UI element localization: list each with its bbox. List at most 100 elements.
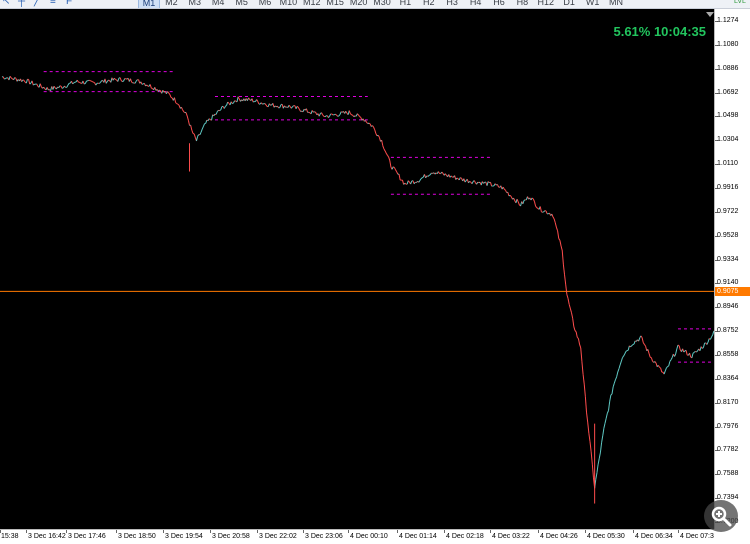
timeframe-h4[interactable]: H4 bbox=[466, 0, 486, 8]
price-segment bbox=[597, 458, 600, 465]
timeframe-mn[interactable]: MN bbox=[606, 0, 626, 8]
timeframe-m5[interactable]: M5 bbox=[232, 0, 252, 8]
line-icon[interactable]: ╱ bbox=[34, 0, 48, 7]
price-segment bbox=[225, 104, 227, 107]
price-segment bbox=[202, 123, 206, 127]
timeframe-m12[interactable]: M12 bbox=[302, 0, 322, 8]
price-segment bbox=[572, 318, 575, 327]
price-segment bbox=[683, 350, 686, 353]
price-segment bbox=[120, 80, 123, 82]
price-segment bbox=[66, 84, 69, 88]
price-segment bbox=[536, 207, 539, 209]
price-segment bbox=[297, 107, 300, 110]
price-segment bbox=[605, 413, 608, 419]
price-segment bbox=[135, 79, 138, 82]
price-segment bbox=[566, 294, 569, 299]
price-segment bbox=[32, 83, 35, 86]
timeframe-m3[interactable]: M3 bbox=[185, 0, 205, 8]
time-label: 4 Dec 02:18 bbox=[446, 533, 484, 540]
timeframe-m30[interactable]: M30 bbox=[372, 0, 392, 8]
chart-toolbar: ↖ ┼ ╱ ≡ F M1 M2 M3 M4 M5 M6 M10 M12 M15 M20 M30 H1 H… bbox=[0, 0, 750, 9]
price-segment bbox=[336, 114, 339, 117]
price-segment bbox=[134, 80, 137, 84]
channel-icon[interactable]: ≡ bbox=[50, 0, 64, 7]
timeframe-m6[interactable]: M6 bbox=[255, 0, 275, 8]
time-tick bbox=[163, 530, 164, 533]
price-segment bbox=[595, 472, 598, 480]
price-label: 0.7588 bbox=[717, 470, 739, 478]
price-segment bbox=[277, 105, 280, 109]
price-segment bbox=[274, 105, 277, 108]
timeframe-m4[interactable]: M4 bbox=[208, 0, 228, 8]
price-segment bbox=[388, 156, 391, 161]
timeframe-m10[interactable]: M10 bbox=[278, 0, 298, 8]
zoom-button[interactable] bbox=[704, 500, 738, 532]
price-segment bbox=[555, 227, 559, 231]
time-axis[interactable]: 15:38 3 Dec 16:42 3 Dec 17:46 3 Dec 18:50 3 … bbox=[0, 529, 718, 544]
price-segment bbox=[9, 75, 12, 79]
timeframe-w1[interactable]: W1 bbox=[583, 0, 603, 8]
timeframe-h6[interactable]: H6 bbox=[489, 0, 509, 8]
timeframe-h1[interactable]: H1 bbox=[395, 0, 415, 8]
price-segment bbox=[553, 218, 556, 223]
cursor-icon[interactable]: ↖ bbox=[2, 0, 16, 7]
price-segment bbox=[613, 379, 616, 384]
timeframe-m1[interactable]: M1 bbox=[138, 0, 160, 8]
price-segment bbox=[620, 357, 623, 362]
price-segment bbox=[10, 77, 13, 80]
price-segment bbox=[625, 350, 628, 352]
price-segment bbox=[669, 359, 672, 362]
crosshair-icon[interactable]: ┼ bbox=[18, 0, 32, 7]
price-segment bbox=[393, 167, 396, 171]
timeframe-h12[interactable]: H12 bbox=[536, 0, 556, 8]
current-price-label: 0.9075 bbox=[715, 287, 750, 297]
price-segment bbox=[419, 178, 422, 181]
time-tick bbox=[116, 530, 117, 533]
price-segment bbox=[701, 347, 704, 349]
price-segment bbox=[39, 83, 42, 87]
price-segment bbox=[657, 365, 660, 368]
price-axis[interactable]: 1.1274 1.1080 1.0886 1.0692 1.0498 1.0304 1.01… bbox=[714, 9, 750, 529]
price-segment bbox=[159, 89, 161, 92]
fibonacci-icon[interactable]: F bbox=[66, 0, 80, 7]
price-segment bbox=[123, 78, 126, 82]
timeframe-h2[interactable]: H2 bbox=[419, 0, 439, 8]
time-label: 4 Dec 03:22 bbox=[492, 533, 530, 540]
timeframe-h3[interactable]: H3 bbox=[442, 0, 462, 8]
price-segment bbox=[92, 81, 94, 83]
time-label: 3 Dec 23:06 bbox=[305, 533, 343, 540]
price-segment bbox=[674, 353, 677, 357]
price-segment bbox=[328, 115, 330, 118]
price-segment bbox=[182, 109, 185, 112]
price-segment bbox=[584, 396, 588, 413]
timeframe-d1[interactable]: D1 bbox=[559, 0, 579, 8]
price-segment bbox=[702, 343, 706, 348]
price-segment bbox=[590, 451, 593, 465]
price-segment bbox=[630, 345, 633, 348]
level-indicator-icon[interactable]: LVL bbox=[734, 0, 748, 8]
price-segment bbox=[599, 442, 603, 453]
price-segment bbox=[180, 107, 184, 110]
price-segment bbox=[257, 101, 260, 105]
price-segment bbox=[522, 200, 525, 205]
price-segment bbox=[187, 120, 191, 126]
timeframe-m2[interactable]: M2 bbox=[161, 0, 181, 8]
price-segment bbox=[664, 367, 667, 372]
price-segment bbox=[434, 172, 437, 175]
timeframe-h8[interactable]: H8 bbox=[512, 0, 532, 8]
price-segment bbox=[345, 110, 348, 114]
price-label: 0.9140 bbox=[717, 279, 739, 287]
price-segment bbox=[25, 79, 28, 84]
price-segment bbox=[460, 177, 462, 179]
price-segment bbox=[279, 104, 282, 108]
price-segment bbox=[418, 180, 421, 183]
price-chart[interactable] bbox=[0, 9, 714, 529]
price-segment bbox=[598, 452, 601, 459]
timeframe-m15[interactable]: M15 bbox=[325, 0, 345, 8]
price-segment bbox=[602, 428, 605, 436]
chart-shift-marker[interactable] bbox=[706, 12, 714, 17]
timeframe-m20[interactable]: M20 bbox=[349, 0, 369, 8]
price-segment bbox=[193, 133, 196, 138]
price-segment bbox=[213, 113, 216, 117]
price-label: 1.1274 bbox=[717, 17, 739, 24]
